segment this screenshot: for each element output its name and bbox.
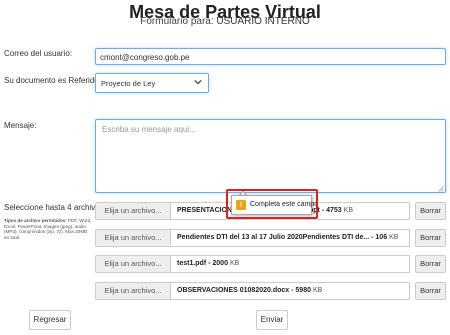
send-button[interactable]: Enviar	[256, 310, 288, 330]
file-name-text: test1.pdf	[177, 260, 207, 267]
referido-label: Su documento es Referido a:	[4, 76, 108, 85]
email-field[interactable]: cmont@congreso.gob.pe	[95, 48, 446, 65]
file-size: - 5980	[291, 287, 311, 294]
file-size-unit: KB	[229, 260, 240, 267]
message-textarea[interactable]: Escriba su mensaje aqui...	[95, 119, 446, 193]
back-button[interactable]: Regresar	[29, 310, 71, 330]
resize-handle-icon[interactable]	[438, 186, 444, 192]
file-size-unit: KB	[312, 287, 323, 294]
file-name: test1.pdf - 2000 KB	[171, 255, 410, 273]
choose-file-button[interactable]: Elija un archivo...	[95, 202, 171, 220]
message-label: Mensaje:	[4, 121, 37, 130]
file-row: Elija un archivo... Pendientes DTI del 1…	[95, 229, 446, 247]
allowed-files-title: Tipos de archivo permitidos:	[4, 218, 67, 223]
files-label: Seleccione hasta 4 archivos	[4, 203, 104, 212]
file-size-unit: KB	[389, 234, 399, 241]
file-row: Elija un archivo... test1.pdf - 2000 KB …	[95, 255, 446, 273]
chevron-down-icon	[194, 80, 202, 85]
file-size: - 2000	[208, 260, 228, 267]
delete-file-button[interactable]: Borrar	[415, 229, 446, 247]
choose-file-button[interactable]: Elija un archivo...	[95, 229, 171, 247]
email-label: Correo del usuario:	[4, 49, 73, 58]
allowed-files-note: Tipos de archivo permitidos: PDF, Word, …	[4, 218, 92, 240]
delete-file-button[interactable]: Borrar	[415, 282, 446, 300]
highlight-box	[226, 189, 318, 219]
delete-file-button[interactable]: Borrar	[415, 202, 446, 220]
file-size-unit: KB	[343, 207, 353, 214]
referido-select-value: Proyecto de Ley	[101, 79, 156, 88]
file-size: - 106	[371, 234, 388, 241]
file-name: Pendientes DTI del 13 al 17 Julio 2020Pe…	[171, 229, 410, 247]
file-size: - 4753	[321, 207, 342, 214]
delete-file-button[interactable]: Borrar	[415, 255, 446, 273]
subtitle-prefix: Formulario para:	[140, 16, 214, 27]
subtitle-user: USUARIO INTERNO	[216, 16, 310, 27]
file-name-text: OBSERVACIONES 01082020.docx	[177, 287, 290, 294]
choose-file-button[interactable]: Elija un archivo...	[95, 282, 171, 300]
file-row: Elija un archivo... OBSERVACIONES 010820…	[95, 282, 446, 300]
referido-select[interactable]: Proyecto de Ley	[95, 73, 209, 93]
choose-file-button[interactable]: Elija un archivo...	[95, 255, 171, 273]
file-name: OBSERVACIONES 01082020.docx - 5980 KB	[171, 282, 410, 300]
page-subtitle: Formulario para: USUARIO INTERNO	[0, 16, 450, 27]
file-name-text: Pendientes DTI del 13 al 17 Julio 2020Pe…	[177, 234, 370, 241]
